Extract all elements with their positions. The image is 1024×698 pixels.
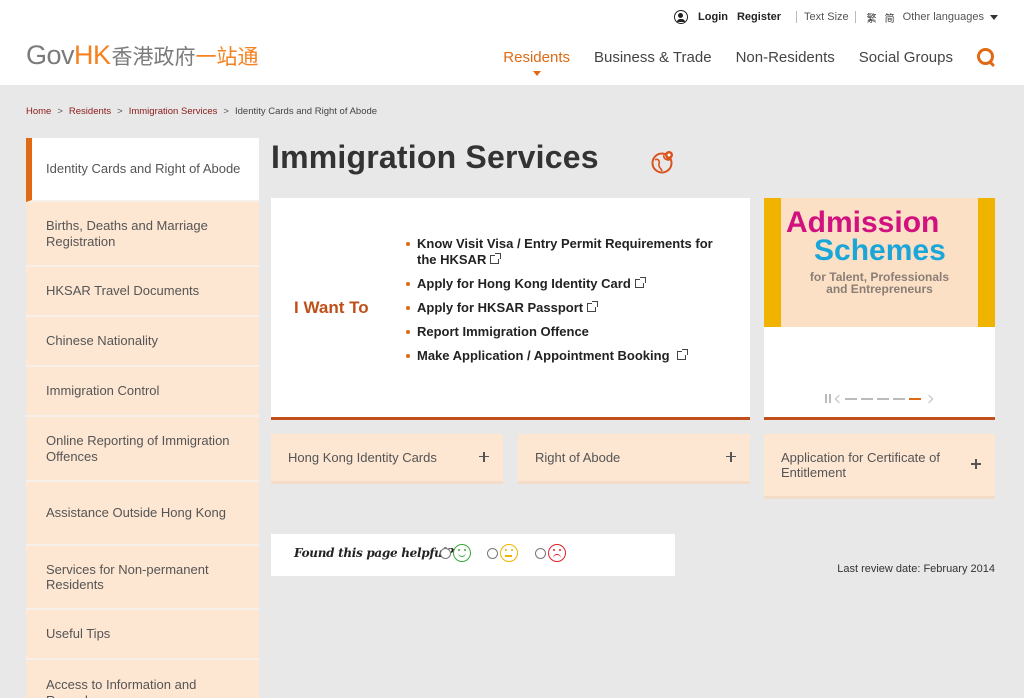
carousel-dot[interactable] (893, 397, 905, 400)
external-link-icon (587, 301, 599, 312)
nav-residents[interactable]: Residents (503, 49, 570, 76)
feedback-widget: Found this page helpful? (271, 534, 675, 576)
sidebar-nav: Identity Cards and Right of Abode Births… (26, 138, 259, 698)
sidebar-item-online-reporting[interactable]: Online Reporting of Immigration Offences (26, 417, 259, 482)
sidebar-item-births-deaths-marriage[interactable]: Births, Deaths and Marriage Registration (26, 202, 259, 267)
quick-action-label[interactable]: Apply for HKSAR Passport (417, 300, 583, 315)
banner-stripe (978, 198, 995, 327)
sidebar-item-travel-documents[interactable]: HKSAR Travel Documents (26, 267, 259, 317)
accordion-label: Right of Abode (535, 450, 621, 465)
lang-traditional-link[interactable]: 繁 (867, 10, 877, 25)
main-nav: Residents Business & Trade Non-Residents… (479, 48, 996, 76)
feedback-option-sad[interactable] (535, 544, 566, 562)
external-link-icon (634, 277, 646, 288)
accordion-right-of-abode[interactable]: Right of Abode (518, 434, 750, 484)
chevron-left-icon[interactable] (834, 394, 844, 403)
feedback-label: Found this page helpful? (294, 546, 454, 560)
user-icon[interactable] (674, 10, 689, 24)
lang-simplified-link[interactable]: 简 (885, 10, 895, 25)
banner-line-2: Schemes (814, 234, 946, 267)
register-link[interactable]: Register (737, 11, 781, 23)
external-link-icon (490, 253, 502, 264)
sidebar-item-chinese-nationality[interactable]: Chinese Nationality (26, 317, 259, 367)
plus-icon (971, 459, 981, 469)
breadcrumb-home[interactable]: Home (26, 106, 51, 117)
sidebar-item-useful-tips[interactable]: Useful Tips (26, 610, 259, 660)
sidebar-item-assistance-outside-hk[interactable]: Assistance Outside Hong Kong (26, 482, 259, 546)
nav-business-trade[interactable]: Business & Trade (594, 49, 712, 66)
breadcrumb: Home > Residents > Immigration Services … (26, 106, 377, 117)
utility-bar: Login Register Text Size 繁 简 Other langu… (674, 7, 998, 27)
sidebar-item-immigration-control[interactable]: Immigration Control (26, 367, 259, 417)
sidebar-item-access-to-information[interactable]: Access to Information and Records (26, 660, 259, 698)
text-size-link[interactable]: Text Size (804, 11, 849, 23)
quick-actions-list: Know Visit Visa / Entry Permit Requireme… (405, 236, 715, 372)
search-icon[interactable] (977, 48, 996, 67)
carousel-dot[interactable] (861, 397, 873, 400)
i-want-to-heading: I Want To (294, 298, 369, 317)
other-languages-dropdown[interactable]: Other languages (903, 11, 984, 23)
logo-chinese-orange: 一站通 (195, 45, 259, 69)
quick-action-label[interactable]: Report Immigration Offence (417, 324, 589, 339)
nav-non-residents[interactable]: Non-Residents (736, 49, 835, 66)
sidebar-item-identity-cards[interactable]: Identity Cards and Right of Abode (26, 138, 259, 202)
quick-action-identity-card[interactable]: Apply for Hong Kong Identity Card (405, 276, 715, 292)
divider (854, 11, 856, 23)
breadcrumb-residents[interactable]: Residents (69, 106, 111, 117)
quick-action-label[interactable]: Make Application / Appointment Booking (417, 348, 670, 363)
pause-icon[interactable] (825, 394, 831, 403)
chevron-right-icon[interactable] (924, 394, 934, 403)
quick-action-label[interactable]: Apply for Hong Kong Identity Card (417, 276, 631, 291)
last-review-date: Last review date: February 2014 (837, 563, 995, 575)
radio-button[interactable] (440, 547, 451, 559)
globe-location-icon[interactable] (651, 150, 675, 174)
banner-line-4: and Entrepreneurs (826, 282, 933, 296)
breadcrumb-separator: > (57, 106, 63, 117)
logo-hk: HK (74, 40, 111, 70)
quick-action-appointment[interactable]: Make Application / Appointment Booking (405, 348, 715, 364)
plus-icon (726, 451, 736, 462)
feedback-option-neutral[interactable] (487, 544, 518, 562)
neutral-face-icon[interactable] (500, 544, 518, 562)
accordion-label: Application for Certificate of Entitleme… (781, 450, 940, 480)
banner-subtitle: for Talent, Professionals and Entreprene… (764, 271, 995, 295)
sad-face-icon[interactable] (548, 544, 566, 562)
happy-face-icon[interactable] (453, 544, 471, 562)
nav-social-groups[interactable]: Social Groups (859, 49, 953, 66)
admission-schemes-banner[interactable]: Admission Schemes for Talent, Profession… (764, 198, 995, 327)
accordion-label: Hong Kong Identity Cards (288, 450, 437, 465)
i-want-to-card: I Want To Know Visit Visa / Entry Permit… (271, 198, 750, 420)
logo-gov: Gov (26, 40, 75, 70)
plus-icon (479, 451, 489, 462)
site-header: Login Register Text Size 繁 简 Other langu… (0, 0, 1024, 85)
divider (796, 11, 798, 23)
quick-action-label[interactable]: Know Visit Visa / Entry Permit Requireme… (417, 236, 713, 267)
carousel-dot[interactable] (877, 397, 889, 400)
quick-action-visit-visa[interactable]: Know Visit Visa / Entry Permit Requireme… (405, 236, 715, 268)
breadcrumb-separator: > (223, 106, 229, 117)
radio-button[interactable] (535, 547, 546, 559)
carousel-controls (825, 394, 934, 403)
accordion-hk-identity-cards[interactable]: Hong Kong Identity Cards (271, 434, 503, 484)
breadcrumb-immigration-services[interactable]: Immigration Services (129, 106, 218, 117)
accordion-certificate-of-entitlement[interactable]: Application for Certificate of Entitleme… (764, 434, 995, 499)
page-title: Immigration Services (271, 139, 599, 175)
govhk-logo[interactable]: Gov HK 香港政府 一站通 (26, 40, 259, 70)
banner-stripe (764, 198, 781, 327)
external-link-icon (677, 349, 689, 360)
logo-chinese-grey: 香港政府 (111, 45, 196, 69)
carousel-dot-active[interactable] (909, 397, 921, 400)
quick-action-passport[interactable]: Apply for HKSAR Passport (405, 300, 715, 316)
login-link[interactable]: Login (698, 11, 728, 23)
caret-down-icon[interactable] (990, 14, 998, 20)
breadcrumb-separator: > (117, 106, 123, 117)
quick-action-report-offence[interactable]: Report Immigration Offence (405, 324, 715, 340)
radio-button[interactable] (487, 547, 498, 559)
breadcrumb-current: Identity Cards and Right of Abode (234, 106, 378, 117)
sidebar-item-non-permanent-residents[interactable]: Services for Non-permanent Residents (26, 546, 259, 610)
carousel-dot[interactable] (845, 397, 857, 400)
feedback-option-happy[interactable] (440, 544, 471, 562)
promo-carousel: Admission Schemes for Talent, Profession… (764, 198, 995, 420)
